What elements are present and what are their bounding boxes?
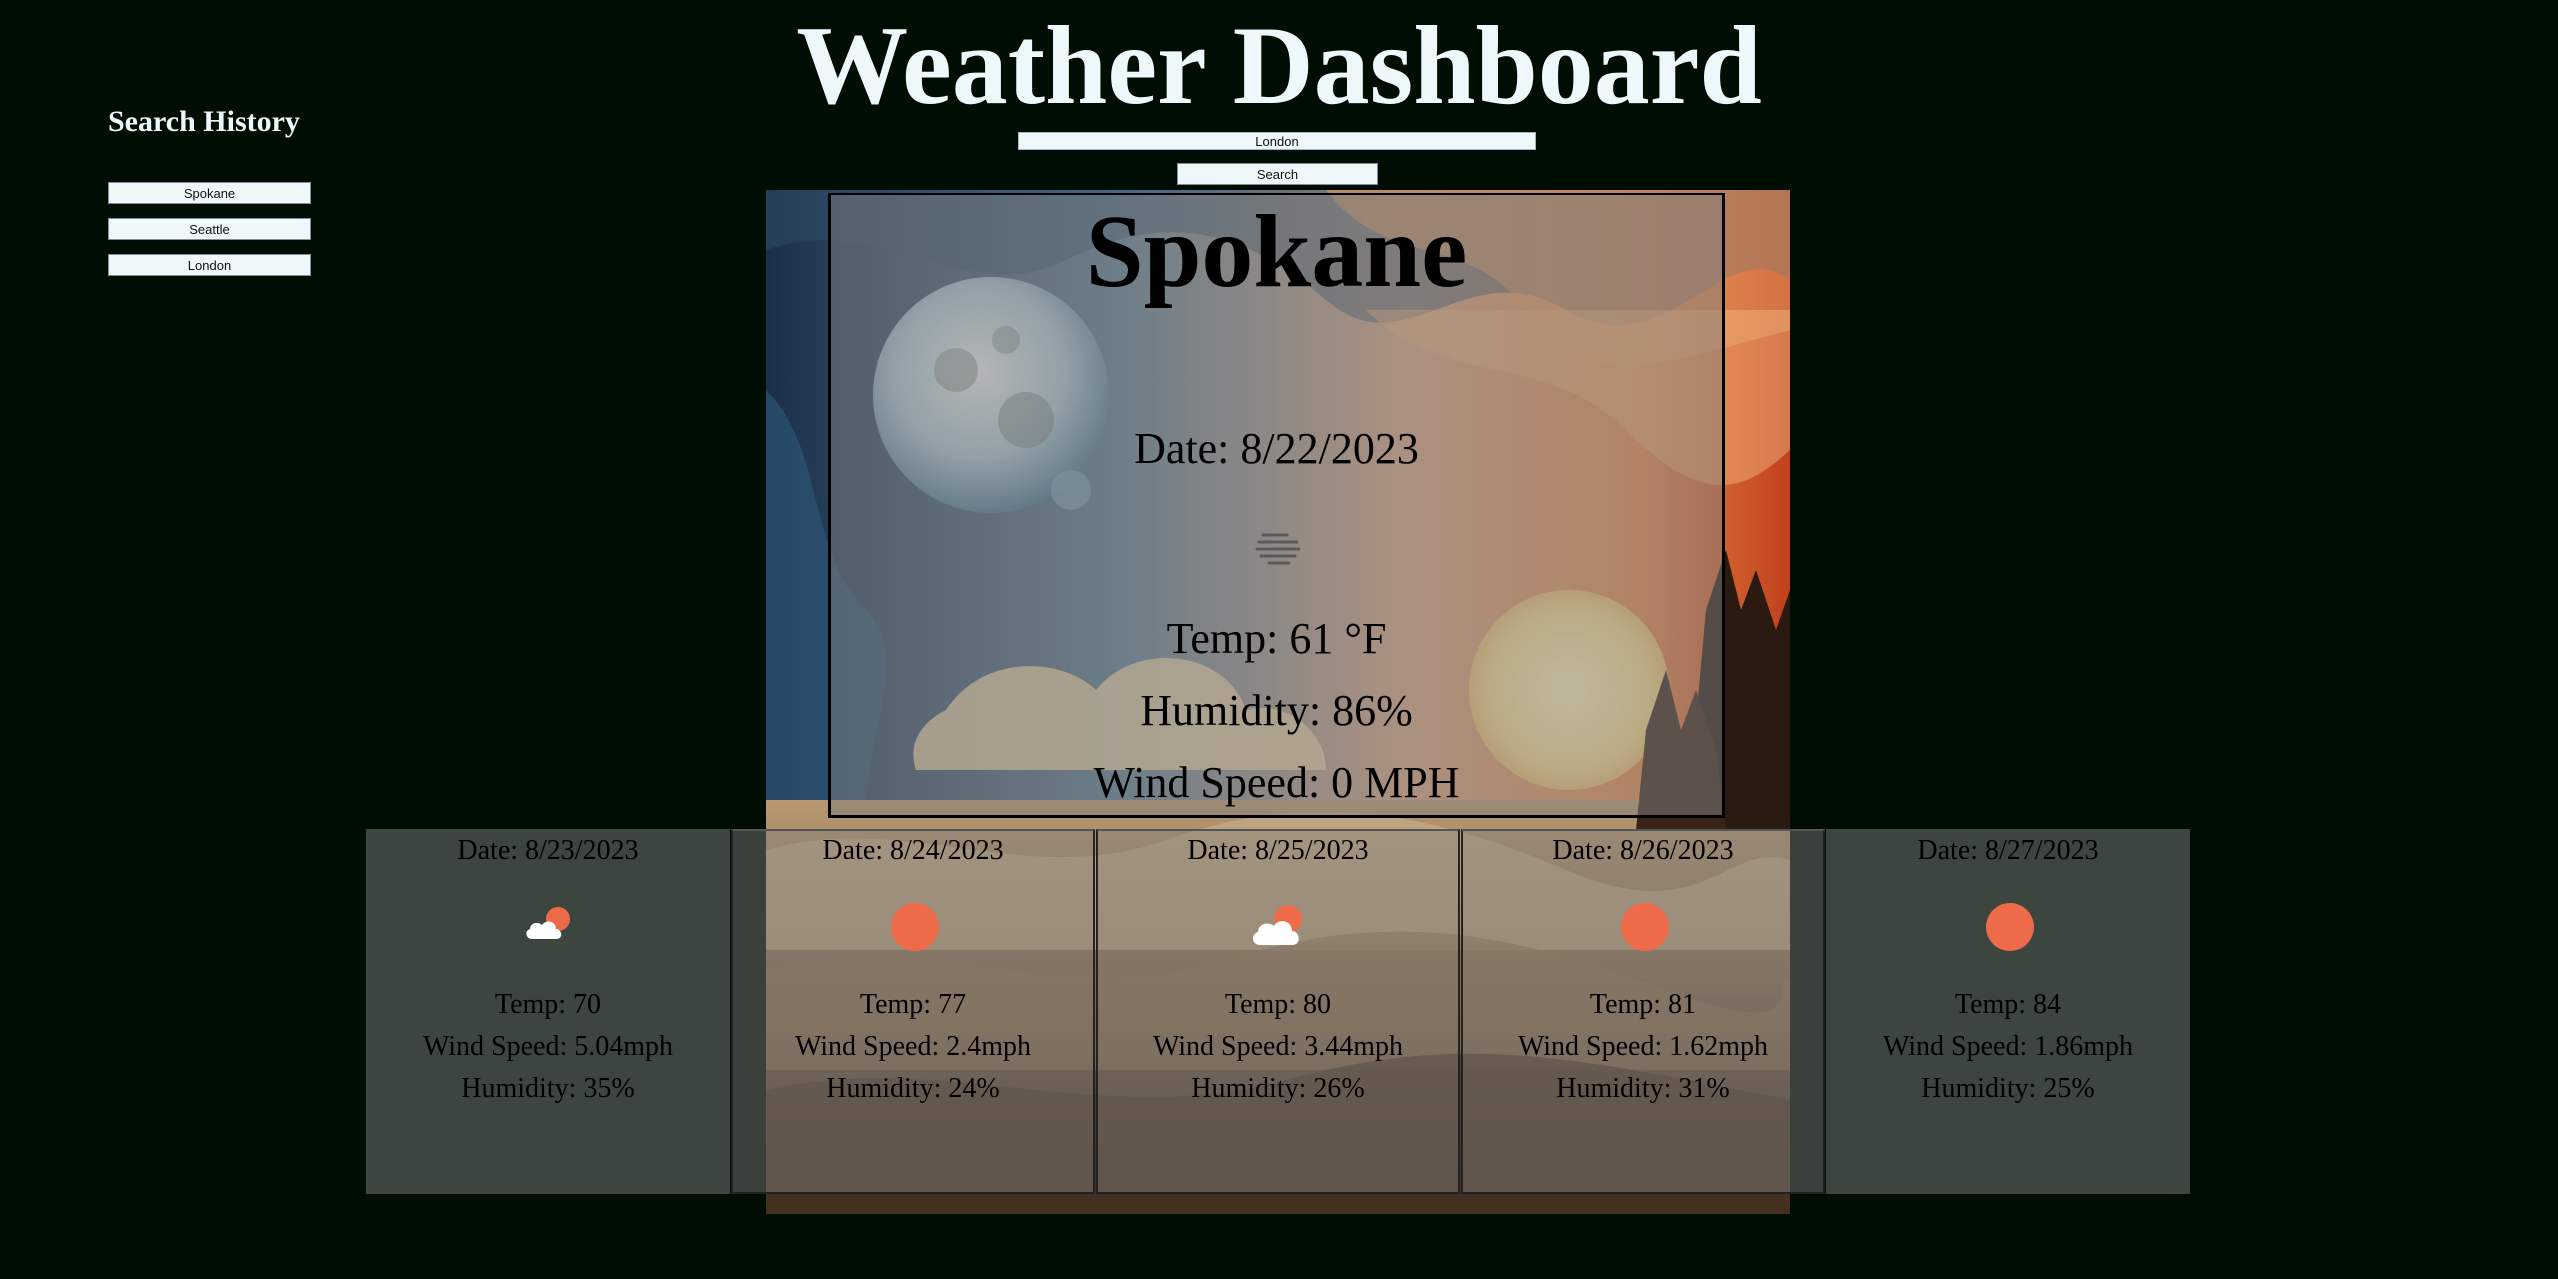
history-item-london[interactable]: London (108, 254, 311, 276)
forecast-card: Date: 8/25/2023 Temp: 80 Wind Speed: 3.4… (1096, 829, 1460, 1194)
search-history-list: Spokane Seattle London (108, 182, 323, 276)
forecast-wind-speed: Wind Speed: 1.62mph (1517, 1031, 1769, 1062)
current-humidity: Humidity: 86% (1140, 686, 1413, 735)
forecast-card: Date: 8/24/2023 Temp: 77 Wind Speed: 2.4… (731, 829, 1095, 1194)
sun-icon (1978, 895, 2042, 959)
partly-cloudy-icon (1248, 895, 1312, 959)
history-item-spokane[interactable]: Spokane (108, 182, 311, 204)
forecast-temp: Temp: 81 (1589, 989, 1697, 1020)
search-history-title: Search History (108, 105, 300, 138)
sun-icon (1613, 895, 1677, 959)
partly-cloudy-icon (518, 895, 582, 959)
current-date: Date: 8/22/2023 (1134, 424, 1419, 473)
forecast-date: Date: 8/23/2023 (457, 835, 639, 866)
search-history-panel: Search History Spokane Seattle London (108, 100, 323, 290)
forecast-wind-speed: Wind Speed: 5.04mph (422, 1031, 674, 1062)
sun-icon (883, 895, 947, 959)
forecast-wind-speed: Wind Speed: 2.4mph (794, 1031, 1032, 1062)
forecast-humidity: Humidity: 26% (1191, 1073, 1365, 1104)
history-item-seattle[interactable]: Seattle (108, 218, 311, 240)
forecast-card: Date: 8/23/2023 Temp: 70 Wind Speed: 5.0… (366, 829, 730, 1194)
forecast-card: Date: 8/27/2023 Temp: 84 Wind Speed: 1.8… (1826, 829, 2190, 1194)
forecast-humidity: Humidity: 35% (461, 1073, 635, 1104)
forecast-card: Date: 8/26/2023 Temp: 81 Wind Speed: 1.6… (1461, 829, 1825, 1194)
forecast-temp: Temp: 77 (859, 989, 967, 1020)
current-weather-card: Spokane Date: 8/22/2023 Temp: 61 °F Humi… (828, 193, 1725, 818)
forecast-date: Date: 8/26/2023 (1552, 835, 1734, 866)
current-city-name: Spokane (1085, 194, 1468, 309)
forecast-temp: Temp: 70 (494, 989, 602, 1020)
forecast-wind-speed: Wind Speed: 1.86mph (1882, 1031, 2134, 1062)
forecast-date: Date: 8/25/2023 (1187, 835, 1369, 866)
forecast-temp: Temp: 84 (1954, 989, 2062, 1020)
forecast-humidity: Humidity: 31% (1556, 1073, 1730, 1104)
mist-icon (1249, 517, 1309, 577)
forecast-date: Date: 8/27/2023 (1917, 835, 2099, 866)
page-title: Weather Dashboard (796, 4, 1762, 128)
forecast-humidity: Humidity: 25% (1921, 1073, 2095, 1104)
search-button[interactable]: Search (1177, 163, 1378, 185)
forecast-temp: Temp: 80 (1224, 989, 1332, 1020)
city-search-input[interactable] (1018, 132, 1536, 150)
weather-dashboard-page: Weather Dashboard Search Search History … (0, 0, 2558, 1279)
forecast-date: Date: 8/24/2023 (822, 835, 1004, 866)
current-temp: Temp: 61 °F (1166, 614, 1387, 663)
forecast-wind-speed: Wind Speed: 3.44mph (1152, 1031, 1404, 1062)
current-wind-speed: Wind Speed: 0 MPH (1093, 758, 1460, 807)
forecast-humidity: Humidity: 24% (826, 1073, 1000, 1104)
